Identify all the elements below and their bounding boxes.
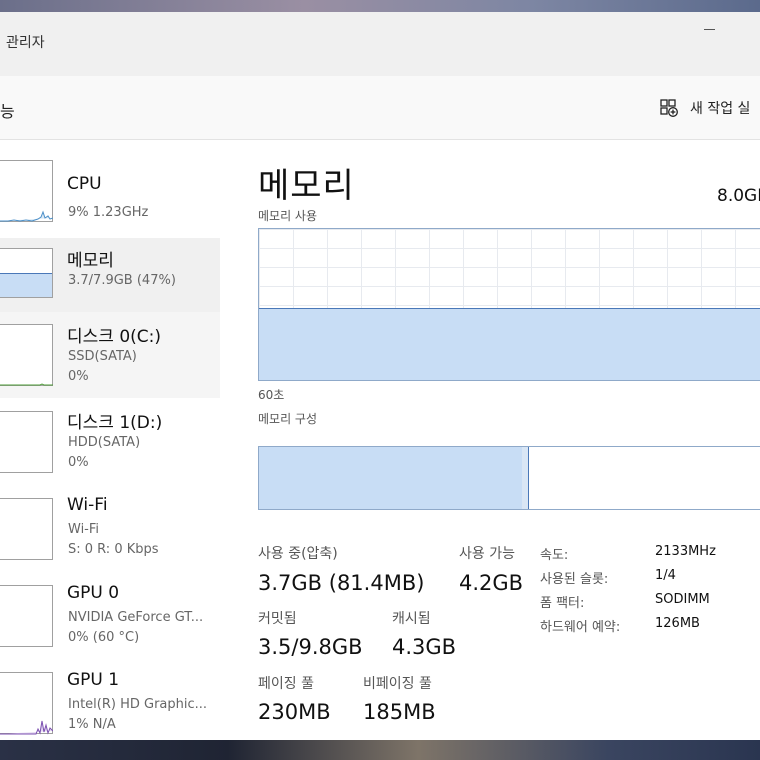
sidebar-item-label: CPU	[67, 174, 102, 194]
wifi-thumbnail-graph	[0, 498, 53, 560]
hardware-reserved-value: 126MB	[655, 616, 700, 631]
speed-value: 2133MHz	[655, 544, 716, 559]
toolbar: 능 새 작업 실	[0, 76, 760, 140]
nonpaged-pool-value: 185MB	[363, 700, 436, 724]
in-use-label: 사용 중(압축)	[258, 546, 338, 562]
page-title: 능	[0, 102, 15, 121]
cached-value: 4.3GB	[392, 635, 457, 659]
cached-label: 캐시됨	[392, 611, 431, 627]
window-title: 관리자	[6, 35, 45, 51]
paged-pool-value: 230MB	[258, 700, 331, 724]
sidebar-item-wifi[interactable]: Wi-Fi Wi-Fi S: 0 R: 0 Kbps	[0, 492, 220, 572]
committed-label: 커밋됨	[258, 611, 297, 627]
sidebar-item-detail-2: 0% (60 °C)	[68, 630, 140, 645]
sidebar-item-detail-2: 0%	[68, 369, 89, 384]
gpu-0-thumbnail-graph	[0, 585, 53, 647]
memory-usage-fill	[259, 308, 760, 380]
run-new-task-button[interactable]: 새 작업 실	[660, 96, 750, 120]
paged-pool-label: 페이징 풀	[258, 676, 314, 692]
memory-usage-graph	[258, 228, 760, 381]
sidebar-item-label: 디스크 0(C:)	[67, 327, 162, 347]
memory-thumbnail-fill	[0, 273, 52, 297]
sidebar-item-detail: HDD(SATA)	[68, 435, 141, 450]
sidebar-item-detail: SSD(SATA)	[68, 349, 137, 364]
sidebar-item-detail: Intel(R) HD Graphic...	[68, 697, 208, 712]
task-manager-window: 관리자 능 새 작업 실 CPU 9% 1.23GHz 메모리 3.7/7.9G…	[0, 12, 760, 740]
available-label: 사용 가능	[459, 546, 515, 562]
speed-label: 속도:	[540, 548, 569, 563]
memory-capacity: 8.0GB	[717, 186, 760, 206]
memory-usage-label: 메모리 사용	[258, 209, 318, 223]
disk-0-thumbnail-graph	[0, 324, 53, 386]
desktop-wallpaper-bottom	[0, 740, 760, 760]
time-axis-label: 60초	[258, 388, 285, 402]
sidebar-item-gpu-1[interactable]: GPU 1 Intel(R) HD Graphic... 1% N/A	[0, 666, 220, 740]
memory-composition-label: 메모리 구성	[258, 412, 318, 426]
committed-value: 3.5/9.8GB	[258, 635, 363, 659]
in-use-value: 3.7GB (81.4MB)	[258, 571, 425, 595]
sidebar-item-disk-1[interactable]: 디스크 1(D:) HDD(SATA) 0%	[0, 404, 220, 484]
page-heading: 메모리	[258, 166, 355, 206]
nonpaged-pool-label: 비페이징 풀	[363, 676, 432, 692]
cpu-thumbnail-graph	[0, 160, 54, 222]
sidebar-item-detail-2: S: 0 R: 0 Kbps	[68, 542, 159, 557]
sidebar-item-label: GPU 0	[67, 583, 120, 603]
form-factor-label: 폼 팩터:	[540, 596, 585, 611]
hardware-reserved-label: 하드웨어 예약:	[540, 620, 621, 635]
gpu-1-sparkline	[0, 720, 54, 735]
memory-thumbnail-graph	[0, 248, 53, 298]
minimize-button[interactable]	[698, 22, 724, 48]
sidebar-item-disk-0[interactable]: 디스크 0(C:) SSD(SATA) 0%	[0, 312, 220, 398]
sidebar-item-memory[interactable]: 메모리 3.7/7.9GB (47%)	[0, 238, 220, 312]
available-value: 4.2GB	[459, 571, 524, 595]
new-task-icon	[660, 99, 678, 117]
slots-used-value: 1/4	[655, 568, 676, 583]
title-bar[interactable]: 관리자	[0, 12, 760, 76]
slots-used-label: 사용된 슬롯:	[540, 572, 609, 587]
sidebar-item-detail: 9% 1.23GHz	[68, 205, 149, 220]
performance-sidebar: CPU 9% 1.23GHz 메모리 3.7/7.9GB (47%) 디스크 0…	[0, 140, 220, 740]
sidebar-item-detail: 3.7/7.9GB (47%)	[68, 273, 176, 288]
sidebar-item-label: GPU 1	[67, 670, 120, 690]
composition-in-use	[259, 447, 523, 509]
sidebar-item-gpu-0[interactable]: GPU 0 NVIDIA GeForce GT... 0% (60 °C)	[0, 578, 220, 658]
disk-0-sparkline	[0, 383, 53, 386]
memory-composition-graph	[258, 446, 760, 510]
composition-modified	[521, 447, 529, 509]
sidebar-item-label: 디스크 1(D:)	[67, 413, 163, 433]
sidebar-item-detail-2: 1% N/A	[68, 717, 116, 732]
new-task-label: 새 작업 실	[690, 101, 751, 117]
form-factor-value: SODIMM	[655, 592, 710, 607]
sidebar-item-detail-2: 0%	[68, 455, 89, 470]
memory-detail-panel: 메모리 8.0GB 메모리 사용 60초 메모리 구성 사용 중(압축) 3.7…	[220, 140, 760, 740]
sidebar-item-detail: Wi-Fi	[68, 522, 100, 537]
sidebar-item-label: 메모리	[67, 251, 114, 271]
gpu-1-thumbnail-graph	[0, 672, 54, 735]
sidebar-item-cpu[interactable]: CPU 9% 1.23GHz	[0, 160, 220, 240]
sidebar-item-label: Wi-Fi	[67, 495, 108, 515]
sidebar-item-detail: NVIDIA GeForce GT...	[68, 610, 204, 625]
disk-1-thumbnail-graph	[0, 411, 53, 473]
cpu-sparkline	[0, 210, 54, 222]
